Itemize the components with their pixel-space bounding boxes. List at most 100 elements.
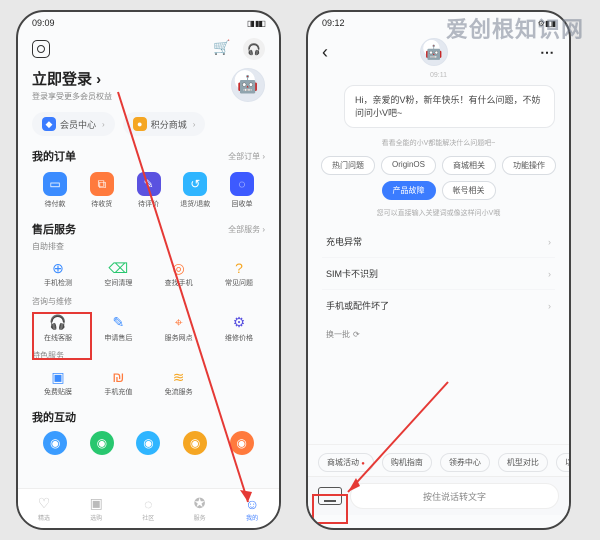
bot-greeting-bubble: Hi，亲爱的V粉，新年快乐！有什么问题，不妨问问小V吧~	[344, 85, 555, 128]
status-bar: 09:09 ▯▮ ▮◧	[18, 12, 279, 34]
orders-section: 我的订单 全部订单 › ▭待付款 ⧉待收货 ✎待评价 ↺退货/退款 ◌回收单	[18, 142, 279, 215]
quick-link[interactable]: 购机指南	[382, 453, 432, 472]
apply-aftersales[interactable]: ✎申请售后	[92, 313, 144, 343]
chip-faults[interactable]: 产品故障	[382, 181, 436, 200]
refresh-questions[interactable]: 换一批 ⟳	[308, 325, 569, 344]
chat-input-bar: 按住说话转文字	[308, 476, 569, 515]
gear-icon: ⚙	[229, 313, 249, 333]
question-list: 充电异常 › SIM卡不识别 › 手机或配件坏了 ›	[308, 222, 569, 325]
free-data[interactable]: ≋免流服务	[153, 367, 205, 397]
order-pending-pay[interactable]: ▭待付款	[34, 172, 76, 209]
form-icon: ✎	[108, 313, 128, 333]
free-film[interactable]: ▣免费贴膜	[32, 367, 84, 397]
service-points[interactable]: ⌖服务网点	[153, 313, 205, 343]
repair-price[interactable]: ⚙维修价格	[213, 313, 265, 343]
quick-link[interactable]: 商城活动 ●	[318, 453, 374, 472]
question-text: SIM卡不识别	[326, 267, 378, 280]
aftersales-section: 售后服务 全部服务 › 自助排查 ⊕手机检测 ⌫空间清理 ◎查找手机 ?常见问题…	[18, 215, 279, 403]
settings-icon[interactable]	[32, 40, 50, 58]
bottom-nav: ♡精选 ▣选购 ◌社区 ✪服务 ☺我的	[18, 488, 279, 528]
question-icon: ?	[229, 258, 249, 278]
chevron-right-icon: ›	[102, 120, 105, 129]
nav-featured[interactable]: ♡精选	[38, 495, 51, 522]
question-item[interactable]: 手机或配件坏了 ›	[322, 290, 555, 321]
interact-icon[interactable]: ◉	[90, 431, 114, 455]
section-title: 我的订单	[32, 148, 76, 164]
question-item[interactable]: 充电异常 ›	[322, 226, 555, 258]
chip-hot[interactable]: 热门问题	[321, 156, 375, 175]
member-center-pill[interactable]: ◆ 会员中心 ›	[32, 112, 115, 136]
online-service[interactable]: 🎧在线客服	[32, 313, 84, 343]
question-item[interactable]: SIM卡不识别 ›	[322, 258, 555, 290]
special-subtitle: 特色服务	[32, 346, 265, 363]
clean-icon: ⌫	[108, 258, 128, 278]
headset-icon: 🎧	[48, 313, 68, 333]
support-headset-icon[interactable]: 🎧	[243, 38, 265, 60]
interact-icon[interactable]: ◉	[183, 431, 207, 455]
back-icon[interactable]: ‹	[322, 42, 328, 63]
film-icon: ▣	[48, 367, 68, 387]
profile-top-header: 🎧	[18, 34, 279, 62]
keyboard-icon[interactable]	[318, 487, 342, 505]
chip-features[interactable]: 功能操作	[502, 156, 556, 175]
star-icon: ✪	[194, 495, 206, 512]
comment-icon: ✎	[137, 172, 161, 196]
circle-icon: ◌	[144, 496, 152, 512]
recharge-icon: ₪	[108, 367, 128, 387]
login-title: 立即登录 ›	[32, 68, 112, 89]
order-pending-receive[interactable]: ⧉待收货	[81, 172, 123, 209]
section-title: 售后服务	[32, 221, 76, 237]
avatar[interactable]: 🤖	[231, 68, 265, 102]
wallet-icon: ▭	[43, 172, 67, 196]
status-time: 09:09	[32, 18, 55, 28]
phone-right: 09:12 ⚙ ◧▮ ‹ 🤖 ⋯ 09:11 Hi，亲爱的V粉，新年快乐！有什么…	[306, 10, 571, 530]
order-recycle[interactable]: ◌回收单	[221, 172, 263, 209]
selfcheck-subtitle: 自助排查	[32, 237, 265, 254]
bot-avatar: 🤖	[420, 38, 448, 66]
phone-recharge[interactable]: ₪手机充值	[92, 367, 144, 397]
consult-subtitle: 咨询与维修	[32, 292, 265, 309]
storage-clean[interactable]: ⌫空间清理	[92, 258, 144, 288]
status-time: 09:12	[322, 18, 345, 28]
chevron-right-icon: ›	[548, 301, 551, 311]
interact-icon[interactable]: ◉	[136, 431, 160, 455]
phone-check[interactable]: ⊕手机检测	[32, 258, 84, 288]
interact-icon[interactable]: ◉	[43, 431, 67, 455]
section-title: 我的互动	[32, 409, 76, 425]
question-text: 手机或配件坏了	[326, 299, 389, 312]
refresh-label: 换一批	[326, 329, 350, 340]
chat-timestamp: 09:11	[308, 70, 569, 81]
faq[interactable]: ?常见问题	[213, 258, 265, 288]
orders-more-link[interactable]: 全部订单 ›	[228, 151, 265, 162]
find-phone[interactable]: ◎查找手机	[153, 258, 205, 288]
chip-mall[interactable]: 商城相关	[442, 156, 496, 175]
question-note: 您可以直接输入关键词或像这样问小V哦	[308, 204, 569, 222]
chip-account[interactable]: 帐号相关	[442, 181, 496, 200]
nav-service[interactable]: ✪服务	[194, 495, 206, 522]
topic-chips: 热门问题 OriginOS 商城相关 功能操作 产品故障 帐号相关	[308, 152, 569, 204]
interact-icon[interactable]: ◉	[230, 431, 254, 455]
question-text: 充电异常	[326, 235, 362, 248]
pill-label: 会员中心	[60, 118, 96, 131]
nav-community[interactable]: ◌社区	[142, 496, 154, 522]
nav-shop[interactable]: ▣选购	[90, 495, 103, 522]
quick-link[interactable]: 领券中心	[440, 453, 490, 472]
voice-input-pill[interactable]: 按住说话转文字	[350, 483, 559, 509]
cart-icon[interactable]	[213, 41, 229, 57]
pill-row: ◆ 会员中心 › ● 积分商城 ›	[18, 106, 279, 142]
diamond-icon: ◆	[42, 117, 56, 131]
location-icon: ⌖	[169, 313, 189, 333]
order-pending-review[interactable]: ✎待评价	[128, 172, 170, 209]
quick-link[interactable]: 以	[556, 453, 569, 472]
nav-mine[interactable]: ☺我的	[245, 496, 259, 522]
refresh-icon: ⟳	[353, 330, 360, 339]
phone-check-icon: ⊕	[48, 258, 68, 278]
aftersales-more-link[interactable]: 全部服务 ›	[228, 224, 265, 235]
points-mall-pill[interactable]: ● 积分商城 ›	[123, 112, 206, 136]
quick-link[interactable]: 机型对比	[498, 453, 548, 472]
chip-originos[interactable]: OriginOS	[381, 156, 436, 175]
login-row[interactable]: 立即登录 › 登录享受更多会员权益 🤖	[18, 62, 279, 106]
order-refund[interactable]: ↺退货/退款	[174, 172, 216, 209]
quick-links-row[interactable]: 商城活动 ● 购机指南 领券中心 机型对比 以	[308, 444, 569, 476]
more-icon[interactable]: ⋯	[540, 44, 555, 61]
